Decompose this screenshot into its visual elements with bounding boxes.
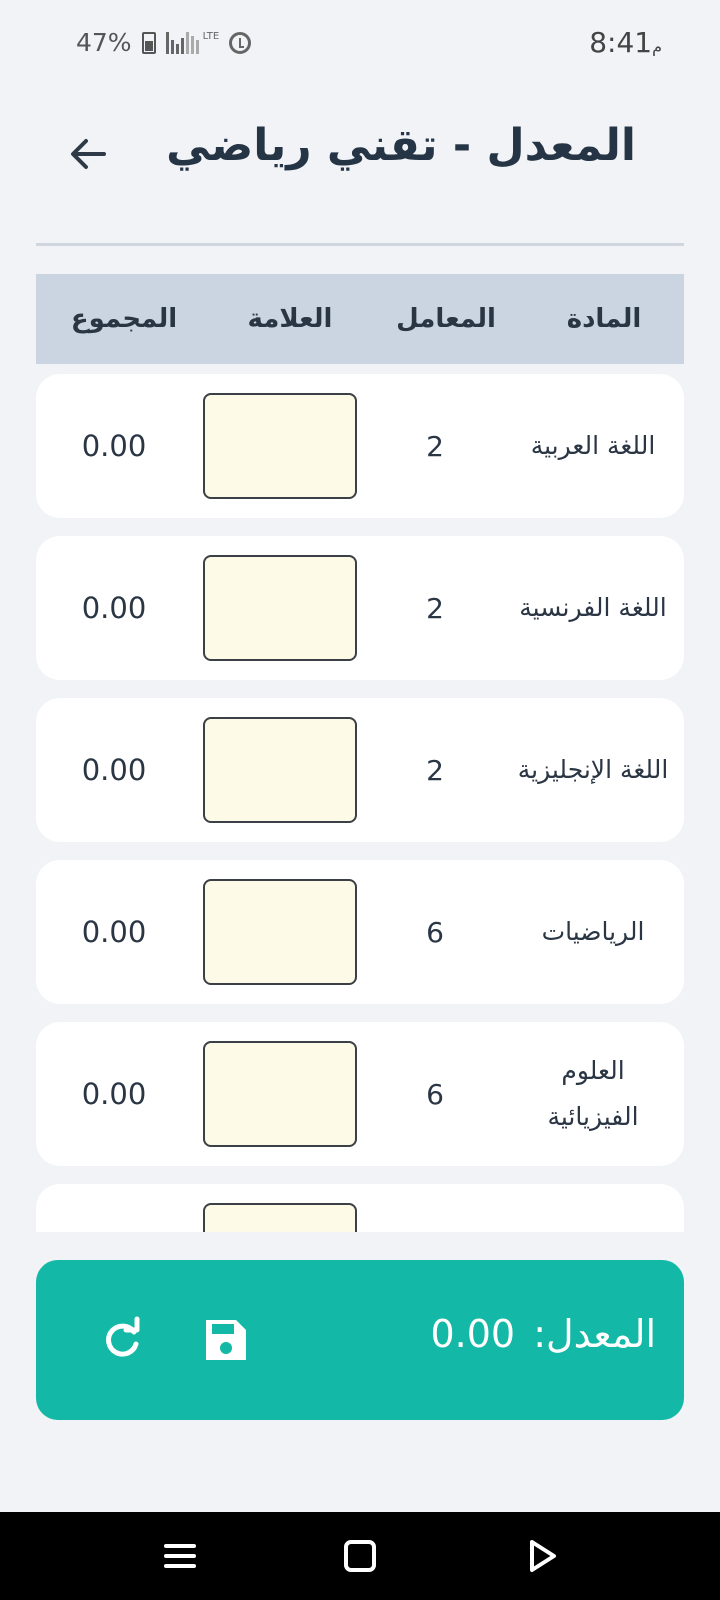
coefficient-value: 2 [426, 753, 444, 787]
back-button[interactable] [66, 132, 110, 176]
subject-name: اللغة العربية [530, 431, 656, 460]
save-button[interactable] [202, 1316, 250, 1364]
refresh-button[interactable] [98, 1316, 146, 1364]
grade-input[interactable] [203, 1203, 357, 1232]
table-header: المادة المعامل العلامة المجموع [36, 274, 684, 364]
network-type: LTE [202, 31, 220, 42]
menu-icon [164, 1544, 196, 1568]
total-value: 0.00 [81, 591, 147, 625]
grade-input[interactable] [203, 555, 357, 661]
table-row: الرياضيات 6 0.00 [36, 860, 684, 1004]
app-header: المعدل - تقني رياضي [36, 110, 670, 210]
battery-icon [141, 31, 156, 54]
home-square-icon [344, 1540, 376, 1572]
table-row [36, 1184, 684, 1232]
table-row: اللغة الإنجليزية 2 0.00 [36, 698, 684, 842]
subject-name: الرياضيات [541, 917, 645, 946]
grade-input[interactable] [203, 879, 357, 985]
alarm-icon [229, 31, 252, 54]
battery-percent: 47% [76, 28, 132, 57]
table-row: اللغة الفرنسية 2 0.00 [36, 536, 684, 680]
average-label: المعدل: [533, 1312, 656, 1356]
clock-time: 8:41 [589, 26, 653, 59]
system-navigation-bar [0, 1512, 720, 1600]
table-row: العلوم الفيزيائية 6 0.00 [36, 1022, 684, 1166]
col-total: المجموع [70, 304, 178, 334]
menu-nav-button[interactable] [162, 1538, 198, 1574]
subject-name: العلوم الفيزيائية [547, 1056, 639, 1131]
back-nav-button[interactable] [524, 1538, 560, 1574]
subject-name: اللغة الإنجليزية [517, 755, 669, 784]
grade-input[interactable] [203, 717, 357, 823]
average-display: المعدل: 0.00 [431, 1312, 657, 1356]
arrow-left-icon [71, 139, 106, 169]
subjects-list[interactable]: اللغة العربية 2 0.00 اللغة الفرنسية 2 0.… [36, 374, 684, 1232]
coefficient-value: 6 [426, 1077, 444, 1111]
save-icon [206, 1320, 246, 1360]
table-row: اللغة العربية 2 0.00 [36, 374, 684, 518]
play-triangle-icon [530, 1540, 556, 1572]
coefficient-value: 2 [426, 429, 444, 463]
grade-input[interactable] [203, 393, 357, 499]
col-grade: العلامة [247, 304, 333, 334]
refresh-icon [106, 1316, 140, 1357]
signal-icon [165, 31, 199, 54]
total-value: 0.00 [81, 915, 147, 949]
col-subject: المادة [566, 304, 642, 334]
home-nav-button[interactable] [342, 1538, 378, 1574]
clock: م8:41 [589, 26, 666, 59]
total-value: 0.00 [81, 429, 147, 463]
subject-name: اللغة الفرنسية [519, 593, 667, 622]
total-value: 0.00 [81, 1077, 147, 1111]
coefficient-value: 2 [426, 591, 444, 625]
clock-ampm: م [652, 37, 662, 56]
page-title: المعدل - تقني رياضي [166, 120, 636, 171]
grade-input[interactable] [203, 1041, 357, 1147]
average-value: 0.00 [430, 1312, 516, 1356]
status-bar: 47% LTE م8:41 [0, 0, 720, 90]
coefficient-value: 6 [426, 915, 444, 949]
total-value: 0.00 [81, 753, 147, 787]
status-left: 47% LTE [76, 28, 252, 57]
col-coefficient: المعامل [396, 304, 496, 334]
average-bar: المعدل: 0.00 [36, 1260, 684, 1420]
header-divider [36, 243, 684, 246]
